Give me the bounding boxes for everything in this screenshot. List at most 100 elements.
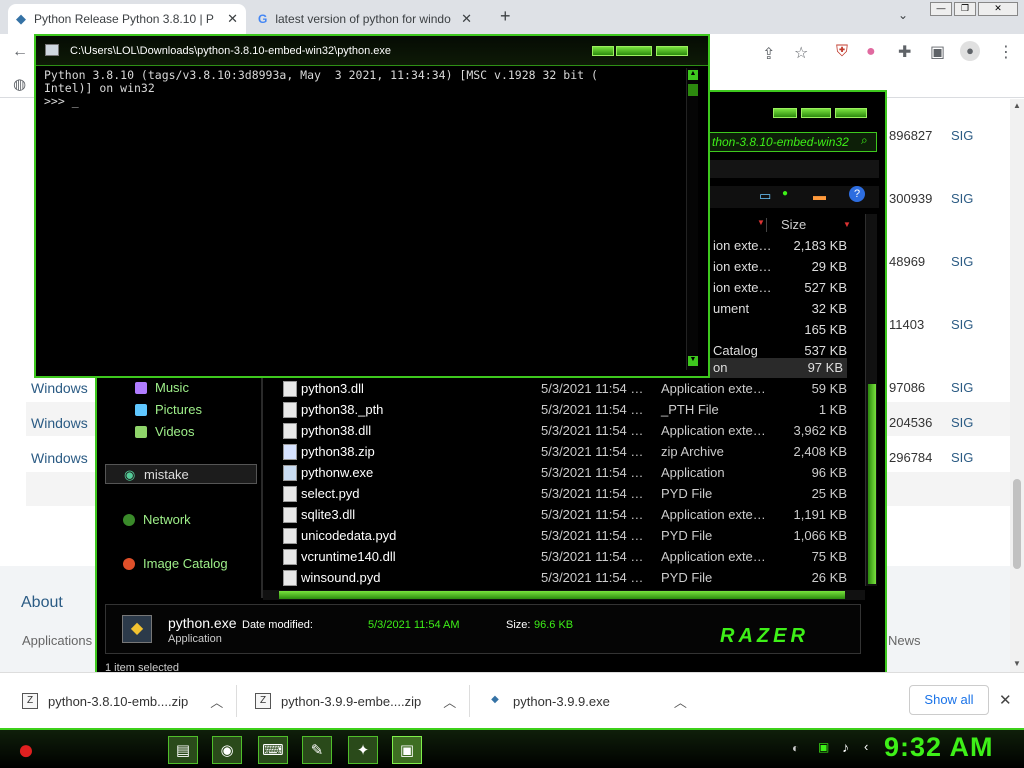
windows-link[interactable]: Windows [31, 380, 88, 396]
size-column-header[interactable]: Size [781, 217, 806, 232]
scroll-thumb[interactable] [1013, 479, 1021, 569]
chevron-down-icon[interactable]: ⌄ [898, 8, 908, 22]
footer-news-link[interactable]: News [888, 633, 921, 648]
volume-icon[interactable]: ♪ [842, 739, 849, 755]
keyboard-taskbar-icon[interactable]: ⌨ [258, 736, 288, 764]
search-icon[interactable]: ⌕ [861, 133, 868, 148]
download-item[interactable]: Z python-3.9.9-embe....zip ︿ [255, 673, 456, 729]
minimize-button[interactable] [773, 108, 797, 118]
command-bar: ▭ ● ▬ ? [707, 186, 879, 208]
close-button[interactable] [835, 108, 867, 118]
close-window-button[interactable]: ✕ [978, 2, 1018, 16]
console-output[interactable]: Python 3.8.10 (tags/v3.8.10:3d8993a, May… [44, 69, 598, 108]
file-row[interactable]: select.pyd 5/3/2021 11:54 … PYD File 25 KB [263, 483, 863, 504]
close-button[interactable] [656, 46, 688, 56]
download-item[interactable]: Z python-3.8.10-emb....zip ︿ [22, 673, 223, 729]
scroll-thumb[interactable] [279, 591, 845, 599]
file-row[interactable]: pythonw.exe 5/3/2021 11:54 … Application 96… [263, 462, 863, 483]
file-row[interactable]: vcruntime140.dll 5/3/2021 11:54 … Applicat… [263, 546, 863, 567]
footer-applications-link[interactable]: Applications [22, 633, 92, 648]
minimize-button[interactable] [592, 46, 614, 56]
preview-icon[interactable]: ● [782, 188, 788, 199]
file-row[interactable]: python3.dll 5/3/2021 11:54 … Application e… [263, 378, 863, 399]
scroll-up-icon[interactable]: ▲ [688, 70, 698, 80]
chevron-up-icon[interactable]: ︿ [674, 692, 687, 711]
back-arrow-icon[interactable]: ← [12, 43, 28, 61]
app-taskbar-icon[interactable]: ✎ [302, 736, 332, 764]
view-icon[interactable]: ▭ [759, 188, 771, 204]
windows-link[interactable]: Windows [31, 450, 88, 466]
download-item[interactable]: ◆ python-3.9.9.exe ︿ [487, 673, 687, 729]
scroll-down-icon[interactable]: ▼ [1013, 659, 1021, 668]
close-icon[interactable]: ✕ [227, 11, 238, 27]
taskbar-clock[interactable]: 9:32 AM [884, 732, 994, 763]
sig-link[interactable]: SIG [951, 191, 973, 206]
start-button-angry-bird-icon[interactable]: ● [6, 732, 46, 768]
help-icon[interactable]: ? [849, 186, 865, 202]
scroll-thumb[interactable] [868, 384, 876, 584]
star-icon[interactable]: ☆ [794, 43, 808, 63]
network-tray-icon[interactable]: ▣ [818, 740, 829, 754]
python-taskbar-icon[interactable]: ▣ [392, 736, 422, 764]
chevron-up-icon[interactable]: ︿ [210, 692, 223, 711]
minimize-button[interactable]: — [930, 2, 952, 16]
sig-link[interactable]: SIG [951, 380, 973, 395]
restore-button[interactable]: ❐ [954, 2, 976, 16]
console-title-bar[interactable]: C:\Users\LOL\Downloads\python-3.8.10-emb… [36, 36, 708, 66]
nav-item-videos[interactable]: Videos [135, 424, 195, 439]
nav-item-image-catalog[interactable]: Image Catalog [123, 556, 228, 571]
nav-item-mistake[interactable]: ◉ mistake [105, 464, 257, 484]
sig-link[interactable]: SIG [951, 450, 973, 465]
nav-item-music[interactable]: Music [135, 380, 189, 395]
shield-extension-icon[interactable]: ⛨ [836, 43, 848, 61]
file-row[interactable]: unicodedata.pyd 5/3/2021 11:54 … PYD File 1… [263, 525, 863, 546]
python-console-window[interactable]: C:\Users\LOL\Downloads\python-3.8.10-emb… [34, 34, 710, 378]
sig-link[interactable]: SIG [951, 415, 973, 430]
sidebar-icon[interactable]: ▣ [930, 42, 945, 62]
scroll-up-icon[interactable]: ▲ [1013, 101, 1021, 110]
scroll-down-icon[interactable]: ▼ [688, 356, 698, 366]
tab-python-release[interactable]: ◆ Python Release Python 3.8.10 | P ✕ [8, 4, 246, 34]
file-row[interactable]: python38.zip 5/3/2021 11:54 … zip Archive 2… [263, 441, 863, 462]
share-icon[interactable]: ⇪ [762, 44, 775, 64]
page-scrollbar[interactable]: ▲ ▼ [1010, 99, 1024, 672]
row-number: 48969 [889, 254, 926, 269]
puzzle-icon[interactable]: ✚ [898, 42, 911, 62]
type-column-header[interactable]: ▼ [707, 218, 767, 232]
nav-item-network[interactable]: Network [123, 512, 191, 527]
nav-item-pictures[interactable]: Pictures [135, 402, 202, 417]
close-icon[interactable]: ✕ [999, 691, 1012, 709]
chevron-icon[interactable]: ‹ [864, 739, 868, 754]
globe-icon[interactable]: ◍ [13, 75, 26, 93]
file-row[interactable]: python38._pth 5/3/2021 11:54 … _PTH File 1 … [263, 399, 863, 420]
scroll-thumb[interactable] [688, 84, 698, 96]
new-tab-button[interactable]: + [500, 6, 511, 27]
pane-icon[interactable]: ▬ [813, 188, 826, 203]
file-row[interactable]: python38.dll 5/3/2021 11:54 … Application … [263, 420, 863, 441]
avatar[interactable]: ● [960, 41, 980, 61]
tray-icon[interactable]: ◐ [792, 741, 799, 755]
maximize-button[interactable] [616, 46, 652, 56]
tab-google-search[interactable]: G latest version of python for windo ✕ [250, 4, 480, 34]
file-explorer-taskbar-icon[interactable]: ▤ [168, 736, 198, 764]
sig-link[interactable]: SIG [951, 317, 973, 332]
address-bar[interactable]: thon-3.8.10-embed-win32 [707, 132, 877, 152]
app-taskbar-icon[interactable]: ✦ [348, 736, 378, 764]
horizontal-scrollbar[interactable] [263, 590, 865, 600]
footer-about-heading[interactable]: About [21, 594, 63, 612]
console-scrollbar[interactable]: ▲ ▼ [686, 68, 698, 370]
file-row[interactable]: winsound.pyd 5/3/2021 11:54 … PYD File 26 K… [263, 567, 863, 588]
chrome-taskbar-icon[interactable]: ◉ [212, 736, 242, 764]
show-all-button[interactable]: Show all [909, 685, 989, 715]
maximize-button[interactable] [801, 108, 831, 118]
sig-link[interactable]: SIG [951, 128, 973, 143]
file-row[interactable]: sqlite3.dll 5/3/2021 11:54 … Application e… [263, 504, 863, 525]
file-list-scrollbar[interactable] [865, 214, 877, 586]
close-icon[interactable]: ✕ [461, 11, 472, 27]
menu-kebab-icon[interactable]: ⋮ [998, 42, 1014, 62]
sig-link[interactable]: SIG [951, 254, 973, 269]
extension-icon[interactable]: ● [866, 43, 876, 61]
selected-file-row[interactable]: on 97 KB [707, 358, 847, 378]
chevron-up-icon[interactable]: ︿ [443, 692, 456, 711]
windows-link[interactable]: Windows [31, 415, 88, 431]
